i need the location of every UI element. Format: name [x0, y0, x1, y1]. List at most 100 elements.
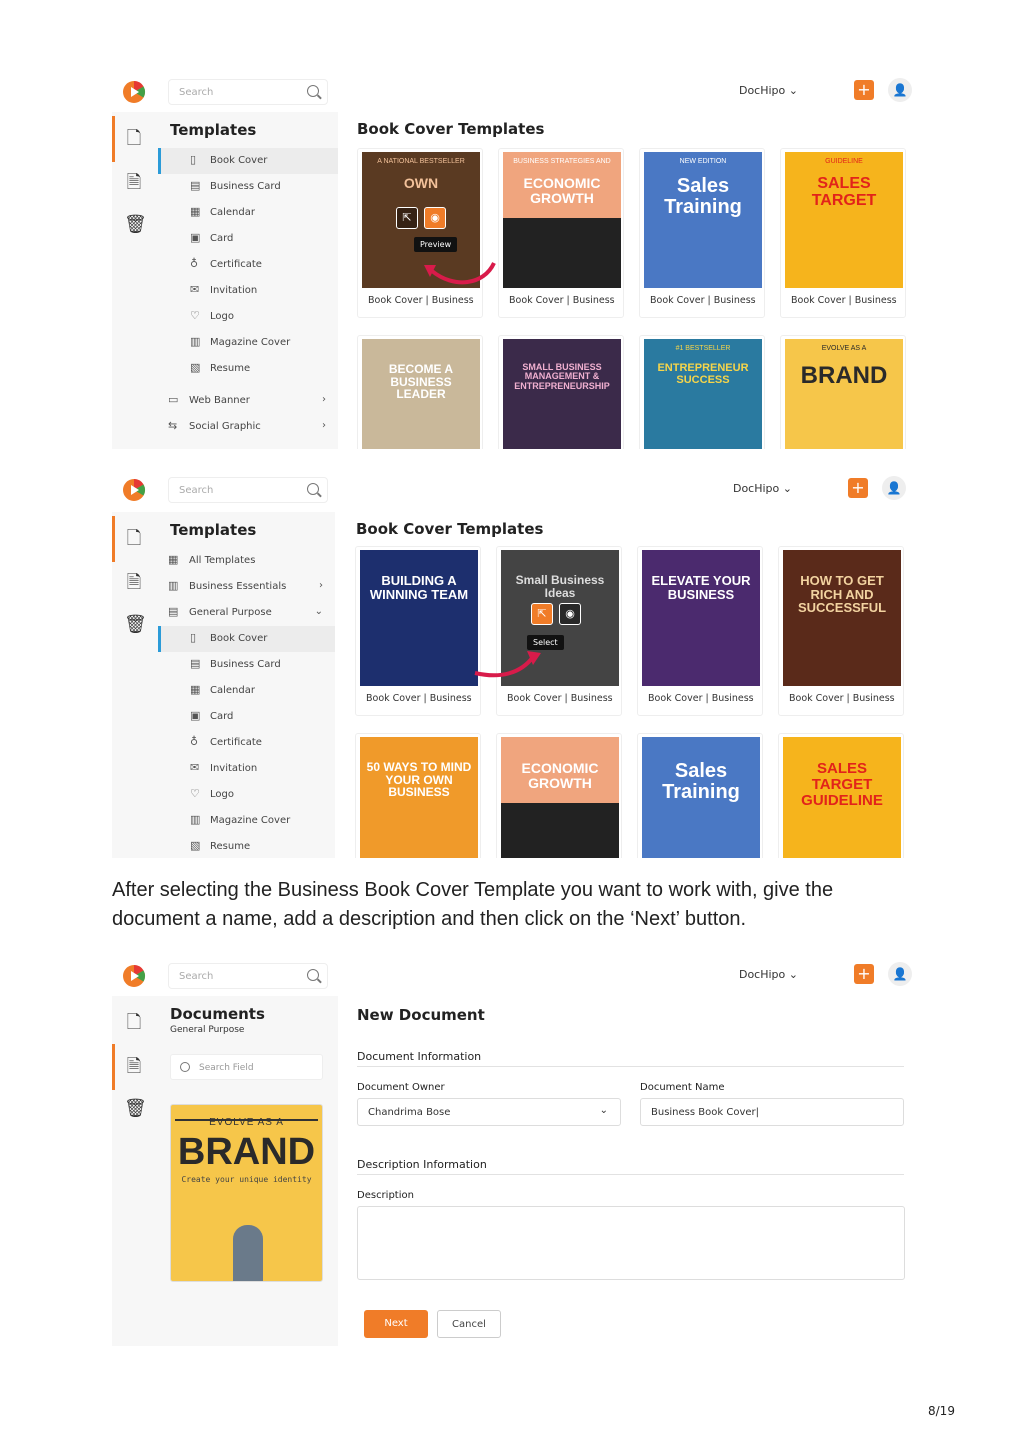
- template-card[interactable]: GUIDELINE SALES TARGET Book Cover | Busine…: [780, 148, 906, 318]
- templates-rail-icon[interactable]: 🗋: [124, 1010, 144, 1033]
- sidebar-item-certificate[interactable]: ♁ Certificate: [158, 730, 335, 756]
- sidebar-item-resume[interactable]: ▧ Resume: [158, 356, 338, 382]
- sidebar-item-business-essentials[interactable]: ▥ Business Essentials ›: [158, 574, 335, 600]
- sidebar-item-card[interactable]: ▣ Card: [158, 226, 338, 252]
- sidebar-item-book-cover[interactable]: ▯ Book Cover: [158, 148, 338, 174]
- search-input[interactable]: Search: [168, 477, 328, 503]
- book-cover-thumbnail[interactable]: SMALL BUSINESS MANAGEMENT & ENTREPRENEUR…: [503, 339, 621, 449]
- add-button[interactable]: +: [854, 964, 874, 984]
- sidebar-item-resume[interactable]: ▧ Resume: [158, 834, 335, 858]
- chevron-down-icon[interactable]: ⌄: [315, 606, 323, 617]
- owner-select[interactable]: Chandrima Bose ⌄: [357, 1098, 621, 1126]
- trash-icon[interactable]: 🗑: [124, 1098, 147, 1120]
- sidebar-item-business-card[interactable]: ▤ Business Card: [158, 652, 335, 678]
- book-cover-thumbnail[interactable]: ELEVATE YOUR BUSINESS: [642, 550, 760, 686]
- avatar[interactable]: 👤: [888, 78, 912, 102]
- template-card[interactable]: NEW EDITION Sales Training Book Cover | Bu…: [639, 148, 765, 318]
- sidebar-item-book-cover[interactable]: ▯ Book Cover: [158, 626, 335, 652]
- template-card[interactable]: Small Business Ideas Book Cover | Busines…: [474, 546, 622, 716]
- user-menu[interactable]: DocHipo ⌄: [739, 968, 798, 981]
- book-cover-thumbnail[interactable]: Sales Training: [642, 737, 760, 858]
- book-cover-thumbnail[interactable]: BECOME A BUSINESS LEADER: [362, 339, 480, 449]
- user-menu[interactable]: DocHipo ⌄: [733, 482, 792, 495]
- cover-title: ELEVATE YOUR BUSINESS: [651, 573, 751, 602]
- sidebar-item-magazine-cover[interactable]: ▥ Magazine Cover: [158, 330, 338, 356]
- preview-eye-icon[interactable]: ◉: [424, 207, 446, 229]
- book-cover-thumbnail[interactable]: #1 BESTSELLER ENTREPRENEUR SUCCESS: [644, 339, 762, 449]
- avatar[interactable]: 👤: [888, 962, 912, 986]
- card-icon: ▣: [190, 709, 201, 722]
- add-button[interactable]: +: [848, 478, 868, 498]
- template-card[interactable]: ECONOMIC GROWTH: [496, 733, 622, 858]
- selected-template-thumbnail[interactable]: EVOLVE AS A BRAND Create your unique ide…: [170, 1104, 323, 1282]
- preview-eye-icon[interactable]: ◉: [559, 603, 581, 625]
- document-name-field[interactable]: Business Book Cover|: [640, 1098, 904, 1126]
- search-icon[interactable]: [307, 969, 319, 981]
- building-icon: ▥: [168, 579, 179, 592]
- search-icon[interactable]: [307, 85, 319, 97]
- template-card[interactable]: SMALL BUSINESS MANAGEMENT & ENTREPRENEUR…: [498, 335, 624, 449]
- search-icon[interactable]: [307, 483, 319, 495]
- search-input[interactable]: Search: [168, 963, 328, 989]
- resume-icon: ▧: [190, 839, 201, 852]
- template-card[interactable]: 50 WAYS TO MIND YOUR OWN BUSINESS: [355, 733, 481, 858]
- sidebar-subtitle: General Purpose: [170, 1025, 245, 1035]
- sidebar-item-calendar[interactable]: ▦ Calendar: [158, 200, 338, 226]
- chevron-right-icon[interactable]: ›: [322, 420, 326, 431]
- sidebar-item-business-card[interactable]: ▤ Business Card: [158, 174, 338, 200]
- description-textarea[interactable]: [357, 1206, 905, 1280]
- templates-rail-icon[interactable]: 🗋: [124, 526, 144, 549]
- select-cursor-icon[interactable]: ⇱: [531, 603, 553, 625]
- page-title: Book Cover Templates: [356, 520, 544, 538]
- template-card[interactable]: BUILDING A WINNING TEAM Book Cover | Busi…: [355, 546, 481, 716]
- book-cover-thumbnail[interactable]: HOW TO GET RICH AND SUCCESSFUL: [783, 550, 901, 686]
- template-card[interactable]: EVOLVE AS A BRAND: [780, 335, 906, 449]
- template-card[interactable]: #1 BESTSELLER ENTREPRENEUR SUCCESS: [639, 335, 765, 449]
- sidebar-item-invitation[interactable]: ✉ Invitation: [158, 278, 338, 304]
- book-cover-thumbnail[interactable]: EVOLVE AS A BRAND: [785, 339, 903, 449]
- select-cursor-icon[interactable]: ⇱: [396, 207, 418, 229]
- user-menu[interactable]: DocHipo ⌄: [739, 84, 798, 97]
- chevron-right-icon[interactable]: ›: [319, 580, 323, 591]
- trash-icon[interactable]: 🗑: [124, 214, 147, 236]
- template-card[interactable]: ELEVATE YOUR BUSINESS Book Cover | Busine…: [637, 546, 763, 716]
- sidebar-item-magazine-cover[interactable]: ▥ Magazine Cover: [158, 808, 335, 834]
- book-cover-thumbnail[interactable]: BUSINESS STRATEGIES AND ECONOMIC GROWTH: [503, 152, 621, 288]
- avatar[interactable]: 👤: [882, 476, 906, 500]
- sidebar-item-certificate[interactable]: ♁ Certificate: [158, 252, 338, 278]
- next-button[interactable]: Next: [364, 1310, 428, 1338]
- add-button[interactable]: +: [854, 80, 874, 100]
- documents-rail-icon[interactable]: 🗎: [124, 170, 144, 193]
- sidebar-item-general-purpose[interactable]: ▤ General Purpose ⌄: [158, 600, 335, 626]
- sidebar-item-web-banner[interactable]: ▭ Web Banner ›: [158, 388, 338, 414]
- book-cover-thumbnail[interactable]: 50 WAYS TO MIND YOUR OWN BUSINESS: [360, 737, 478, 858]
- search-field-input[interactable]: Search Field: [170, 1054, 323, 1080]
- sidebar-item-logo[interactable]: ♡ Logo: [158, 782, 335, 808]
- template-card[interactable]: Sales Training: [637, 733, 763, 858]
- book-cover-thumbnail[interactable]: GUIDELINE SALES TARGET: [785, 152, 903, 288]
- template-card[interactable]: A NATIONAL BESTSELLER OWN Book Cover | Bus…: [357, 148, 496, 318]
- search-input[interactable]: Search: [168, 79, 328, 105]
- book-cover-thumbnail[interactable]: SALES TARGET GUIDELINE: [783, 737, 901, 858]
- template-card[interactable]: BUSINESS STRATEGIES AND ECONOMIC GROWTH Bo…: [498, 148, 624, 318]
- sidebar-item-invitation[interactable]: ✉ Invitation: [158, 756, 335, 782]
- cancel-button[interactable]: Cancel: [437, 1310, 501, 1338]
- book-cover-thumbnail[interactable]: ECONOMIC GROWTH: [501, 737, 619, 858]
- documents-rail-icon[interactable]: 🗎: [124, 570, 144, 593]
- sidebar-item-logo[interactable]: ♡ Logo: [158, 304, 338, 330]
- sidebar-item-all-templates[interactable]: ▦ All Templates: [158, 548, 335, 574]
- templates-rail-icon[interactable]: 🗋: [124, 126, 144, 149]
- sidebar-item-card[interactable]: ▣ Card: [158, 704, 335, 730]
- template-card[interactable]: HOW TO GET RICH AND SUCCESSFUL Book Cover…: [778, 546, 904, 716]
- book-icon: ▯: [190, 153, 197, 166]
- book-cover-thumbnail[interactable]: NEW EDITION Sales Training: [644, 152, 762, 288]
- documents-rail-icon[interactable]: 🗎: [124, 1054, 144, 1077]
- chevron-right-icon[interactable]: ›: [322, 394, 326, 405]
- sidebar-item-calendar[interactable]: ▦ Calendar: [158, 678, 335, 704]
- envelope-icon: ✉: [190, 283, 200, 296]
- book-cover-thumbnail[interactable]: BUILDING A WINNING TEAM: [360, 550, 478, 686]
- trash-icon[interactable]: 🗑: [124, 614, 147, 636]
- template-card[interactable]: SALES TARGET GUIDELINE: [778, 733, 904, 858]
- template-card[interactable]: BECOME A BUSINESS LEADER: [357, 335, 483, 449]
- sidebar-item-social-graphic[interactable]: ⇆ Social Graphic ›: [158, 414, 338, 440]
